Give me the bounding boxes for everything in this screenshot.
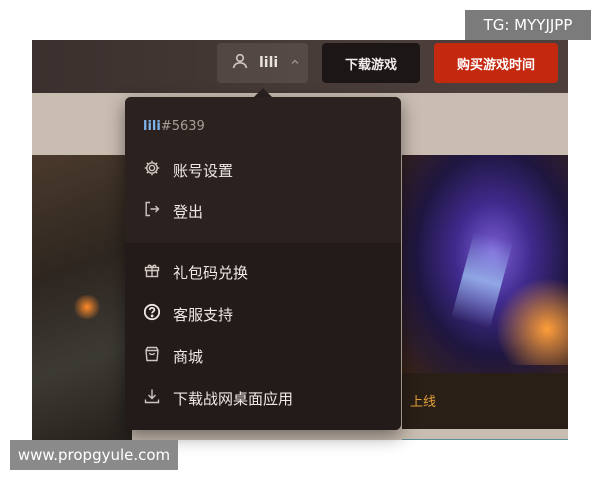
menu-item-download-app[interactable]: 下载战网桌面应用	[143, 385, 293, 411]
promo-text: 上线	[410, 395, 437, 410]
top-nav-bar: lili 下载游戏 购买游戏时间	[32, 40, 568, 93]
download-game-button[interactable]: 下载游戏	[322, 43, 420, 83]
flame-effect	[498, 275, 568, 365]
menu-item-label: 客服支持	[173, 305, 234, 324]
shopping-bag-icon	[143, 345, 161, 367]
download-icon	[143, 387, 161, 409]
user-menu-toggle[interactable]: lili	[217, 43, 308, 83]
menu-user-id: lili#5639	[143, 119, 205, 134]
game-art-left	[32, 155, 132, 440]
gear-icon	[143, 159, 161, 181]
promo-banner[interactable]: 上线	[402, 373, 568, 429]
game-art-bottom[interactable]	[402, 439, 568, 440]
help-circle-icon	[143, 303, 161, 325]
logout-icon	[143, 200, 161, 222]
menu-item-customer-support[interactable]: 客服支持	[143, 301, 233, 327]
torch-glow	[72, 295, 102, 319]
menu-item-account-settings[interactable]: 账号设置	[143, 157, 233, 183]
menu-item-label: 商城	[173, 347, 204, 366]
watermark-url: www.propgyule.com	[10, 440, 178, 470]
menu-item-label: 登出	[173, 202, 204, 221]
watermark-tg: TG: MYYJJPP	[465, 10, 591, 40]
user-name: lili	[259, 55, 279, 71]
chevron-up-icon	[290, 57, 300, 70]
menu-item-label: 礼包码兑换	[173, 263, 249, 282]
menu-item-label: 账号设置	[173, 161, 234, 180]
menu-item-logout[interactable]: 登出	[143, 198, 203, 224]
game-art-right[interactable]	[402, 155, 568, 373]
menu-user-tag: #5639	[160, 119, 205, 134]
menu-user-handle: lili	[143, 119, 161, 134]
user-icon	[231, 52, 249, 74]
gift-icon	[143, 261, 161, 283]
menu-item-redeem-code[interactable]: 礼包码兑换	[143, 259, 248, 285]
page: lili 下载游戏 购买游戏时间 上线 lili#5639 账号设置 登出 礼包…	[0, 0, 600, 480]
buy-game-time-button[interactable]: 购买游戏时间	[434, 43, 558, 83]
user-dropdown-menu: lili#5639 账号设置 登出 礼包码兑换 客服支持 商城 下载战网桌面应用	[125, 97, 401, 430]
menu-item-shop[interactable]: 商城	[143, 343, 203, 369]
menu-item-label: 下载战网桌面应用	[173, 389, 294, 408]
menu-caret	[254, 88, 272, 97]
